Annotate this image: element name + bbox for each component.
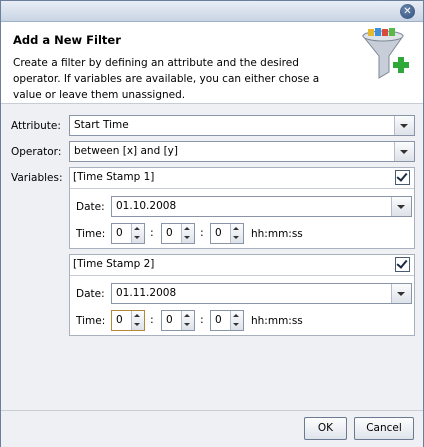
date-value: 01.11.2008 xyxy=(116,287,177,299)
spinner-arrows-icon[interactable] xyxy=(230,311,243,330)
variables-label: Variables: xyxy=(11,172,63,184)
variable-group-2: [Time Stamp 2] Date: 01.11.2008 Time: 0 … xyxy=(69,254,415,336)
variable-name: [Time Stamp 2] xyxy=(73,258,155,270)
spinner-arrows-icon[interactable] xyxy=(181,311,194,330)
variable-checkbox[interactable] xyxy=(395,257,410,272)
minutes-spinner[interactable]: 0 xyxy=(161,223,195,244)
hours-spinner[interactable]: 0 xyxy=(111,310,145,331)
seconds-spinner[interactable]: 0 xyxy=(210,223,244,244)
chevron-down-icon[interactable] xyxy=(391,197,411,216)
time-label: Time: xyxy=(76,315,106,327)
time-separator: : xyxy=(200,226,204,239)
time-label: Time: xyxy=(76,228,106,240)
chevron-down-icon[interactable] xyxy=(394,142,414,161)
dialog-description: Create a filter by defining an attribute… xyxy=(13,57,320,101)
minutes-value: 0 xyxy=(166,314,173,326)
minutes-value: 0 xyxy=(166,227,173,239)
operator-select[interactable]: between [x] and [y] xyxy=(69,141,415,162)
hours-spinner[interactable]: 0 xyxy=(111,223,145,244)
date-label: Date: xyxy=(76,201,105,213)
spinner-arrows-icon[interactable] xyxy=(131,311,144,330)
title-bar[interactable]: ✕ xyxy=(1,1,423,22)
seconds-value: 0 xyxy=(215,314,222,326)
spinner-arrows-icon[interactable] xyxy=(230,224,243,243)
operator-value: between [x] and [y] xyxy=(74,145,178,157)
add-filter-dialog: ✕ Add a New Filter Create a filter by de… xyxy=(0,0,424,447)
dialog-header: Add a New Filter Create a filter by defi… xyxy=(1,22,423,104)
variable-header: [Time Stamp 1] xyxy=(70,168,414,189)
ok-button[interactable]: OK xyxy=(304,417,347,440)
time-separator: : xyxy=(150,226,154,239)
close-icon[interactable]: ✕ xyxy=(400,4,415,19)
dialog-footer: OK Cancel xyxy=(1,410,423,447)
attribute-value: Start Time xyxy=(74,119,129,131)
time-separator: : xyxy=(200,313,204,326)
spinner-arrows-icon[interactable] xyxy=(181,224,194,243)
chevron-down-icon[interactable] xyxy=(394,116,414,135)
chevron-down-icon[interactable] xyxy=(391,284,411,303)
date-label: Date: xyxy=(76,288,105,300)
operator-label: Operator: xyxy=(11,146,62,158)
time-format: hh:mm:ss xyxy=(251,315,303,327)
hours-value: 0 xyxy=(116,227,123,239)
time-format: hh:mm:ss xyxy=(251,228,303,240)
cancel-button[interactable]: Cancel xyxy=(354,417,414,440)
minutes-spinner[interactable]: 0 xyxy=(161,310,195,331)
date-picker[interactable]: 01.10.2008 xyxy=(111,196,412,217)
date-value: 01.10.2008 xyxy=(116,200,177,212)
time-separator: : xyxy=(150,313,154,326)
variable-checkbox[interactable] xyxy=(395,170,410,185)
seconds-value: 0 xyxy=(215,227,222,239)
variable-name: [Time Stamp 1] xyxy=(73,171,155,183)
attribute-select[interactable]: Start Time xyxy=(69,115,415,136)
date-picker[interactable]: 01.11.2008 xyxy=(111,283,412,304)
variable-group-1: [Time Stamp 1] Date: 01.10.2008 Time: 0 … xyxy=(69,167,415,249)
attribute-label: Attribute: xyxy=(11,120,61,132)
funnel-add-icon xyxy=(361,28,409,79)
variable-header: [Time Stamp 2] xyxy=(70,255,414,276)
seconds-spinner[interactable]: 0 xyxy=(210,310,244,331)
spinner-arrows-icon[interactable] xyxy=(131,224,144,243)
hours-value: 0 xyxy=(116,314,123,326)
dialog-title: Add a New Filter xyxy=(13,33,121,47)
